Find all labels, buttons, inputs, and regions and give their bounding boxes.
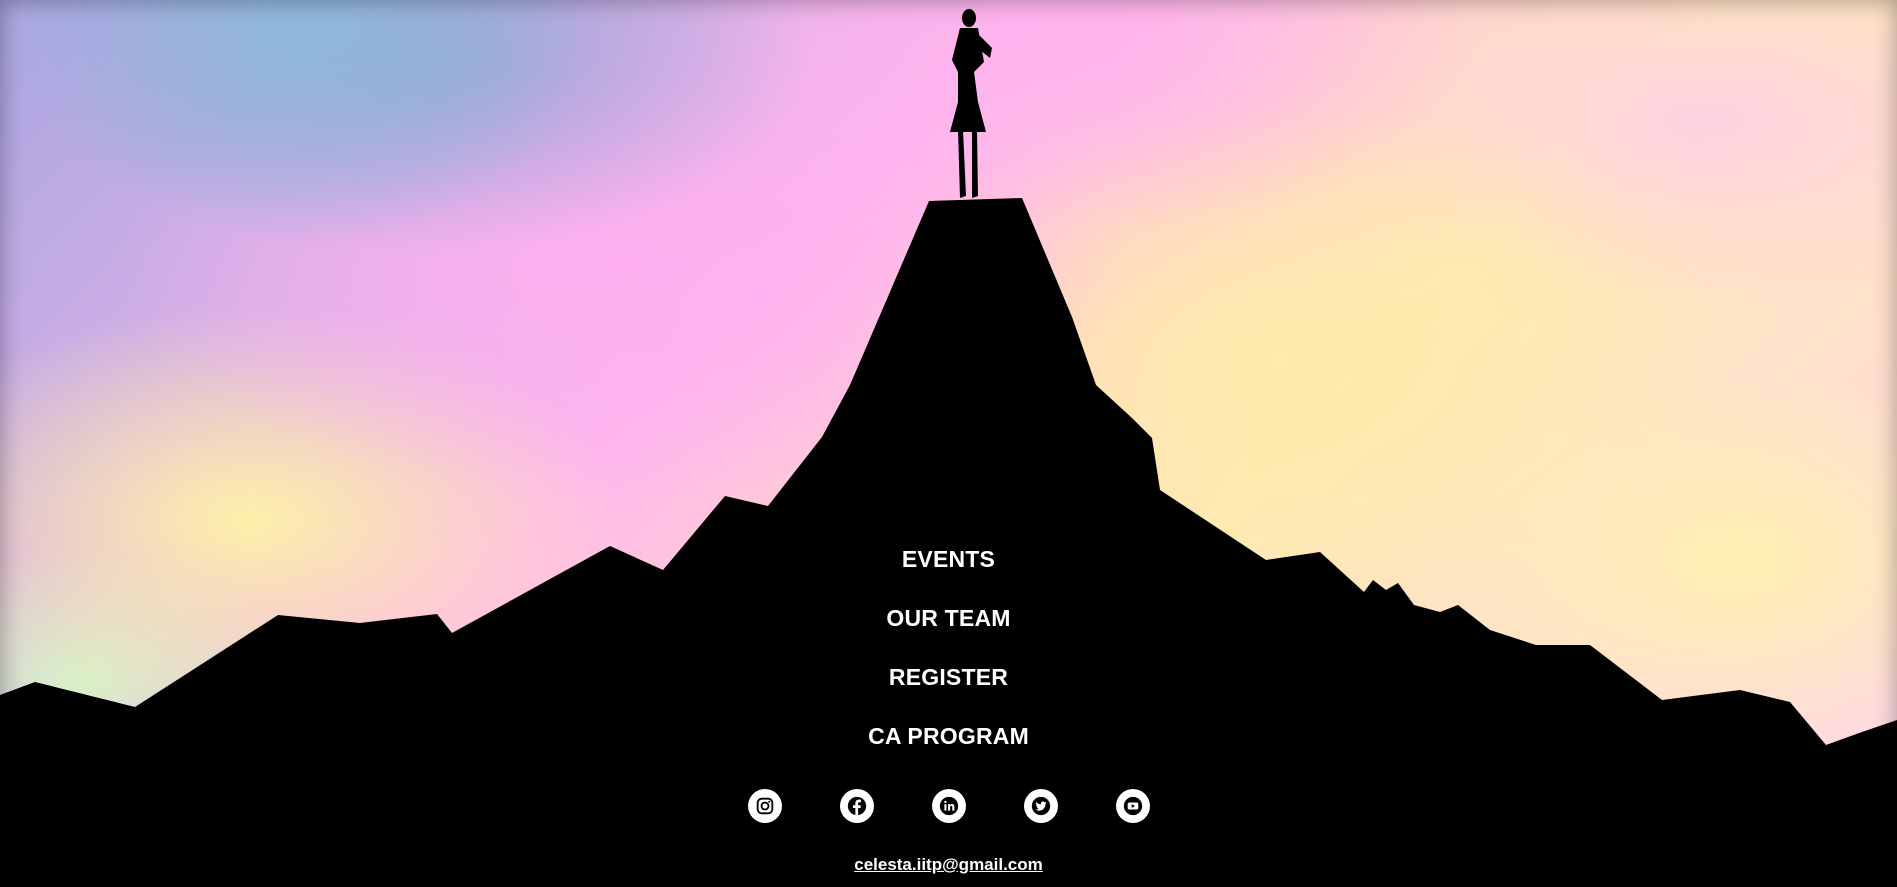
youtube-icon: [1123, 796, 1142, 816]
instagram-link[interactable]: [747, 789, 782, 823]
linkedin-link[interactable]: [931, 789, 966, 823]
facebook-link[interactable]: [839, 789, 874, 823]
email-link[interactable]: celesta.iitp@gmail.com: [854, 855, 1043, 874]
social-links: [0, 789, 1897, 823]
facebook-icon: [847, 796, 866, 816]
youtube-link[interactable]: [1115, 789, 1150, 823]
instagram-icon: [756, 797, 773, 815]
person-silhouette: [950, 9, 992, 198]
twitter-icon: [1031, 796, 1050, 816]
twitter-link[interactable]: [1023, 789, 1058, 823]
nav-link-events[interactable]: EVENTS: [902, 530, 995, 589]
linkedin-icon: [939, 796, 958, 816]
nav-link-our-team[interactable]: OUR TEAM: [886, 589, 1010, 648]
hero-page: EVENTS OUR TEAM REGISTER CA PROGRAM cele…: [0, 0, 1897, 887]
contact-email: celesta.iitp@gmail.com: [0, 855, 1897, 875]
nav-link-register[interactable]: REGISTER: [889, 648, 1008, 707]
main-nav: EVENTS OUR TEAM REGISTER CA PROGRAM: [0, 530, 1897, 766]
nav-link-ca-program[interactable]: CA PROGRAM: [868, 707, 1029, 766]
